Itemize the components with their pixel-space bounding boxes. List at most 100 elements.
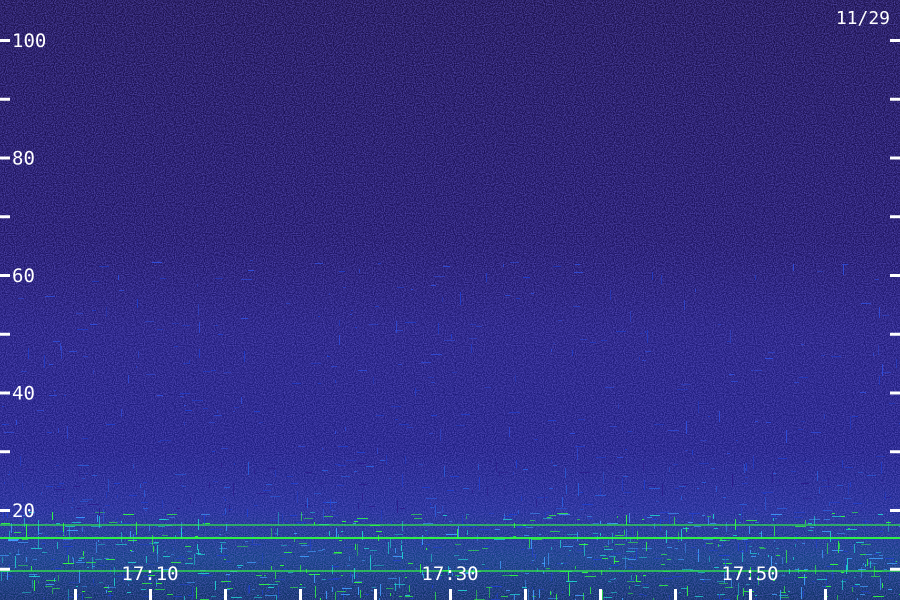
signal-streak bbox=[192, 400, 203, 401]
signal-streak bbox=[9, 471, 10, 473]
signal-streak bbox=[197, 284, 198, 287]
signal-streak bbox=[140, 484, 141, 488]
signal-streak bbox=[380, 460, 385, 461]
signal-streak bbox=[577, 519, 580, 520]
signal-streak bbox=[509, 514, 517, 515]
signal-streak bbox=[339, 335, 340, 345]
signal-streak bbox=[158, 526, 165, 527]
signal-streak bbox=[290, 515, 297, 516]
signal-streak bbox=[548, 553, 549, 565]
signal-streak bbox=[736, 440, 738, 441]
signal-streak bbox=[402, 552, 403, 559]
signal-streak bbox=[875, 596, 880, 597]
signal-streak bbox=[350, 571, 351, 578]
signal-streak bbox=[628, 593, 633, 594]
signal-streak bbox=[77, 594, 78, 598]
signal-streak bbox=[42, 552, 47, 553]
signal-streak bbox=[227, 588, 233, 589]
signal-streak bbox=[822, 586, 826, 587]
signal-streak bbox=[462, 526, 470, 527]
signal-streak bbox=[333, 515, 339, 516]
signal-streak bbox=[371, 590, 373, 591]
signal-streak bbox=[97, 515, 98, 522]
signal-streak bbox=[860, 510, 862, 511]
signal-streak bbox=[96, 542, 97, 553]
signal-streak bbox=[143, 482, 147, 483]
signal-streak bbox=[180, 584, 190, 585]
signal-streak bbox=[860, 586, 868, 587]
signal-streak bbox=[297, 491, 298, 503]
signal-streak bbox=[294, 539, 295, 542]
signal-streak bbox=[503, 519, 512, 520]
signal-streak bbox=[479, 477, 480, 490]
signal-streak bbox=[391, 521, 392, 524]
signal-streak bbox=[275, 572, 276, 579]
signal-streak bbox=[523, 469, 528, 470]
signal-streak bbox=[254, 470, 255, 474]
signal-streak bbox=[227, 589, 230, 590]
signal-streak bbox=[593, 559, 602, 560]
signal-streak bbox=[495, 595, 497, 596]
signal-streak bbox=[878, 345, 879, 355]
signal-streak bbox=[56, 523, 60, 524]
signal-streak bbox=[755, 522, 759, 523]
signal-streak bbox=[419, 464, 423, 465]
signal-streak bbox=[728, 588, 730, 589]
signal-streak bbox=[608, 463, 613, 464]
signal-streak bbox=[577, 532, 578, 541]
signal-streak bbox=[157, 545, 158, 554]
signal-streak bbox=[8, 474, 10, 475]
signal-streak bbox=[882, 583, 883, 588]
signal-streak bbox=[746, 520, 757, 521]
signal-streak bbox=[305, 472, 312, 473]
signal-streak bbox=[211, 529, 222, 530]
signal-streak bbox=[486, 587, 492, 588]
signal-streak bbox=[220, 542, 226, 543]
signal-streak bbox=[687, 586, 688, 596]
signal-streak bbox=[759, 547, 764, 548]
signal-streak bbox=[270, 520, 278, 521]
signal-streak bbox=[354, 582, 362, 583]
signal-streak bbox=[510, 262, 519, 263]
signal-streak bbox=[326, 502, 337, 503]
signal-streak bbox=[879, 555, 883, 556]
signal-streak bbox=[778, 458, 787, 459]
signal-streak bbox=[549, 488, 553, 489]
signal-streak bbox=[854, 577, 856, 578]
signal-streak bbox=[717, 594, 725, 595]
signal-streak bbox=[93, 579, 94, 583]
signal-streak bbox=[642, 548, 652, 549]
signal-streak bbox=[722, 544, 723, 547]
signal-streak bbox=[751, 556, 756, 557]
signal-streak bbox=[331, 366, 337, 367]
signal-streak bbox=[159, 530, 162, 531]
signal-streak bbox=[875, 553, 879, 554]
signal-streak bbox=[300, 556, 309, 557]
signal-streak bbox=[804, 574, 805, 585]
y-tick-mark bbox=[0, 450, 10, 454]
signal-streak bbox=[744, 464, 745, 473]
signal-streak bbox=[438, 323, 439, 334]
signal-streak bbox=[489, 587, 490, 598]
signal-streak bbox=[38, 581, 39, 583]
signal-streak bbox=[389, 478, 391, 479]
signal-streak bbox=[182, 486, 186, 487]
signal-streak bbox=[683, 484, 687, 485]
y-tick-mark bbox=[0, 97, 10, 101]
signal-streak bbox=[78, 518, 84, 519]
signal-streak bbox=[339, 271, 345, 272]
signal-streak bbox=[370, 555, 371, 562]
signal-streak bbox=[359, 484, 367, 485]
signal-streak bbox=[839, 543, 840, 549]
signal-streak bbox=[861, 567, 862, 578]
signal-streak bbox=[284, 553, 290, 554]
signal-streak bbox=[18, 542, 28, 543]
signal-streak bbox=[575, 595, 584, 596]
signal-streak bbox=[654, 424, 664, 425]
signal-streak bbox=[628, 559, 636, 560]
signal-streak bbox=[616, 478, 619, 479]
signal-streak bbox=[768, 352, 775, 353]
signal-streak bbox=[275, 581, 280, 582]
signal-streak bbox=[322, 579, 326, 580]
signal-streak bbox=[373, 377, 374, 384]
